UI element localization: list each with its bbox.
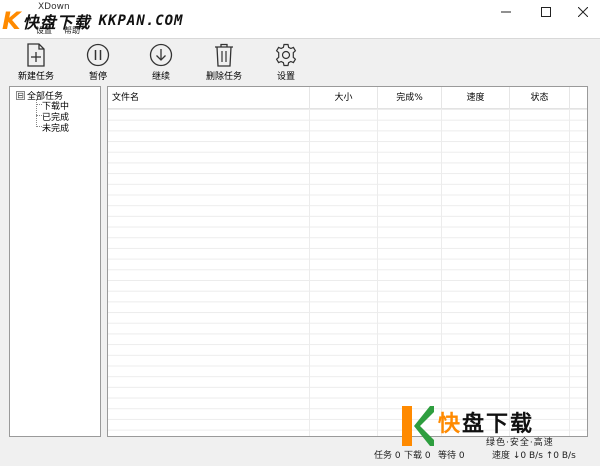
new-task-label: 新建任务 — [17, 72, 54, 82]
task-category-tree: ⊟ 全部任务 下载中 已完成 未完成 — [9, 86, 101, 437]
settings-label: 设置 — [276, 72, 295, 82]
status-speed: 速度 ↓0 B/s ↑0 B/s — [492, 451, 576, 461]
close-button[interactable] — [563, 0, 600, 24]
column-divider — [441, 109, 442, 436]
watermark-logo-top: K 快盘下载 KKPAN.COM — [2, 6, 183, 36]
list-body — [108, 109, 587, 436]
column-divider — [509, 109, 510, 436]
pause-label: 暂停 — [88, 72, 107, 82]
resume-button[interactable]: 继续 — [135, 41, 187, 83]
column-divider — [377, 109, 378, 436]
watermark-brand-text: 快盘下载 — [22, 13, 91, 32]
trash-icon — [215, 43, 233, 67]
delete-task-button[interactable]: 删除任务 — [198, 41, 250, 83]
toolbar: 新建任务 暂停 继续 删除任务 设置 — [0, 38, 600, 84]
download-list: 文件名 大小 完成% 速度 状态 — [107, 86, 588, 437]
minimize-button[interactable] — [486, 0, 526, 24]
column-divider — [309, 109, 310, 436]
delete-task-label: 删除任务 — [205, 72, 242, 82]
watermark-k-mark: K — [2, 7, 21, 35]
watermark-brand-accent: 快 — [438, 412, 463, 437]
list-header: 文件名 大小 完成% 速度 状态 — [108, 87, 587, 109]
status-downloading-count: 下载 0 — [404, 451, 431, 461]
column-header-speed[interactable]: 速度 — [442, 87, 510, 109]
column-divider — [569, 109, 570, 436]
status-waiting-count: 等待 0 — [438, 451, 465, 461]
tree-item-incomplete[interactable]: 未完成 — [42, 121, 69, 134]
minimize-icon — [501, 11, 511, 13]
column-header-filename[interactable]: 文件名 — [108, 87, 310, 109]
status-bar: 任务 0 下载 0 等待 0 速度 ↓0 B/s ↑0 B/s — [0, 442, 600, 466]
collapse-toggle-icon[interactable]: ⊟ — [16, 91, 25, 100]
column-header-progress[interactable]: 完成% — [378, 87, 442, 109]
watermark-brand-rest: 盘下载 — [462, 412, 535, 437]
download-arrow-icon — [149, 43, 173, 67]
resume-label: 继续 — [151, 72, 170, 82]
watermark-k-logo-icon — [402, 406, 434, 446]
pause-button[interactable]: 暂停 — [72, 41, 124, 83]
maximize-icon — [541, 7, 551, 17]
maximize-button[interactable] — [526, 0, 566, 24]
new-task-button[interactable]: 新建任务 — [10, 41, 62, 83]
gear-icon — [275, 43, 297, 67]
new-file-icon — [27, 43, 45, 67]
watermark-url-text: KKPAN.COM — [98, 13, 184, 29]
pause-icon — [86, 43, 110, 67]
column-header-size[interactable]: 大小 — [310, 87, 378, 109]
settings-button[interactable]: 设置 — [260, 41, 312, 83]
column-header-status[interactable]: 状态 — [510, 87, 570, 109]
watermark-brand: 快盘下载 — [438, 406, 534, 438]
status-task-count: 任务 0 — [374, 451, 401, 461]
close-icon — [578, 7, 588, 17]
